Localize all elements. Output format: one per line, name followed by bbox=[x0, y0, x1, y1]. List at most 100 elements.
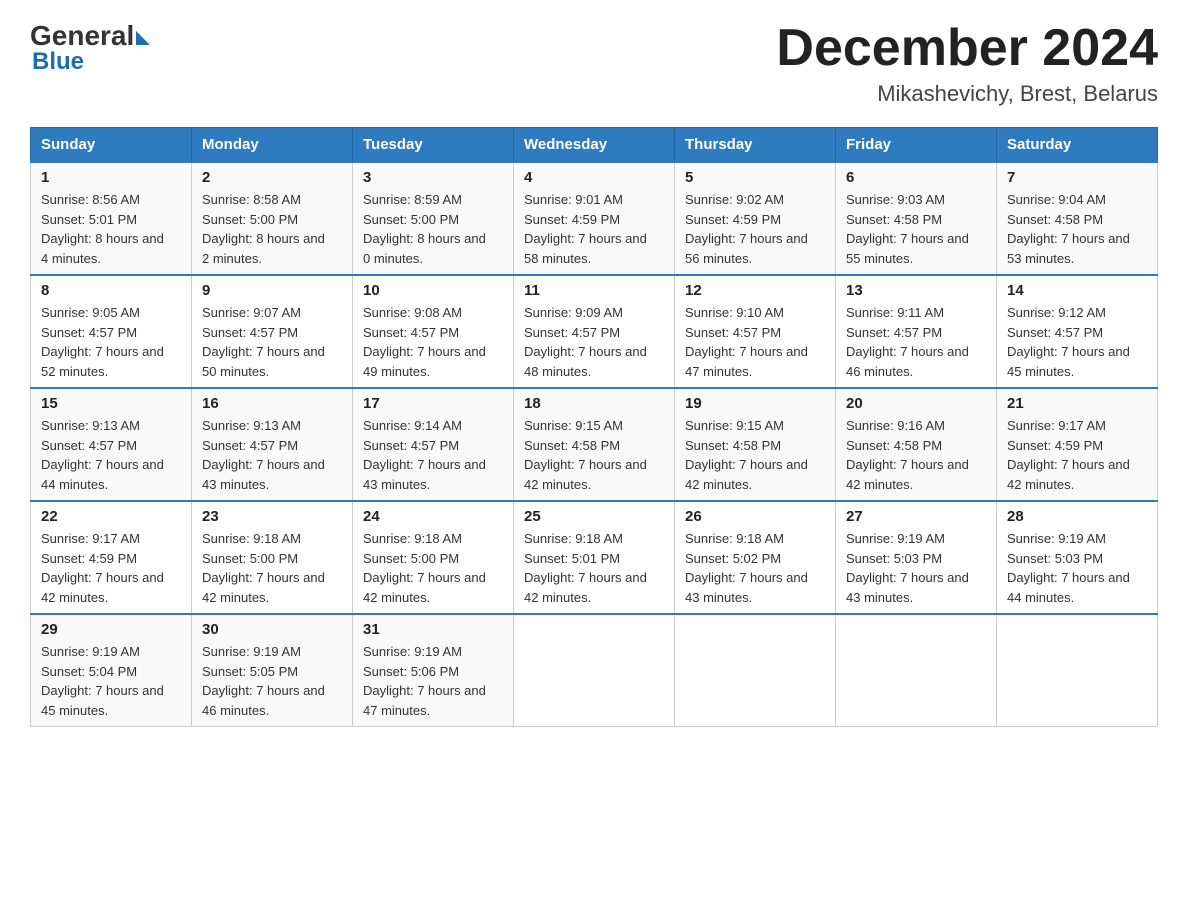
sunrise-info: Sunrise: 9:19 AM bbox=[41, 642, 181, 662]
daylight-info-2: 47 minutes. bbox=[685, 362, 825, 382]
calendar-cell: 3 Sunrise: 8:59 AMSunset: 5:00 PMDaylight… bbox=[353, 162, 514, 275]
sunrise-info: Sunrise: 8:58 AM bbox=[202, 190, 342, 210]
day-number: 3 bbox=[363, 169, 503, 186]
sunrise-info: Sunrise: 9:19 AM bbox=[846, 529, 986, 549]
daylight-info-1: Daylight: 7 hours and bbox=[1007, 342, 1147, 362]
daylight-info-1: Daylight: 7 hours and bbox=[846, 342, 986, 362]
day-number: 19 bbox=[685, 395, 825, 412]
daylight-info-1: Daylight: 7 hours and bbox=[363, 568, 503, 588]
daylight-info-1: Daylight: 8 hours and bbox=[202, 229, 342, 249]
day-info: Sunrise: 9:07 AMSunset: 4:57 PMDaylight:… bbox=[202, 303, 342, 381]
daylight-info-1: Daylight: 7 hours and bbox=[41, 681, 181, 701]
sunrise-info: Sunrise: 9:07 AM bbox=[202, 303, 342, 323]
sunrise-info: Sunrise: 9:05 AM bbox=[41, 303, 181, 323]
daylight-info-1: Daylight: 7 hours and bbox=[363, 342, 503, 362]
sunset-info: Sunset: 4:57 PM bbox=[202, 436, 342, 456]
day-number: 16 bbox=[202, 395, 342, 412]
sunset-info: Sunset: 4:58 PM bbox=[524, 436, 664, 456]
sunrise-info: Sunrise: 9:14 AM bbox=[363, 416, 503, 436]
calendar-cell: 26Sunrise: 9:18 AMSunset: 5:02 PMDayligh… bbox=[675, 501, 836, 614]
sunset-info: Sunset: 5:05 PM bbox=[202, 662, 342, 682]
daylight-info-2: 42 minutes. bbox=[685, 475, 825, 495]
sunset-info: Sunset: 5:01 PM bbox=[41, 210, 181, 230]
day-info: Sunrise: 9:15 AMSunset: 4:58 PMDaylight:… bbox=[524, 416, 664, 494]
calendar-header: Sunday Monday Tuesday Wednesday Thursday… bbox=[31, 128, 1158, 163]
calendar-cell: 21 Sunrise: 9:17 AMSunset: 4:59 PMDayligh… bbox=[997, 388, 1158, 501]
col-tuesday: Tuesday bbox=[353, 128, 514, 163]
sunrise-info: Sunrise: 9:02 AM bbox=[685, 190, 825, 210]
calendar-cell: 18 Sunrise: 9:15 AMSunset: 4:58 PMDayligh… bbox=[514, 388, 675, 501]
day-info: Sunrise: 9:13 AMSunset: 4:57 PMDaylight:… bbox=[41, 416, 181, 494]
calendar-cell: 27 Sunrise: 9:19 AMSunset: 5:03 PMDayligh… bbox=[836, 501, 997, 614]
day-number: 29 bbox=[41, 621, 181, 638]
calendar-cell: 28Sunrise: 9:19 AMSunset: 5:03 PMDayligh… bbox=[997, 501, 1158, 614]
day-number: 27 bbox=[846, 508, 986, 525]
sunrise-info: Sunrise: 8:59 AM bbox=[363, 190, 503, 210]
daylight-info-1: Daylight: 7 hours and bbox=[1007, 455, 1147, 475]
logo: General Blue bbox=[30, 20, 150, 76]
daylight-info-2: 53 minutes. bbox=[1007, 249, 1147, 269]
day-number: 15 bbox=[41, 395, 181, 412]
calendar-cell: 24Sunrise: 9:18 AMSunset: 5:00 PMDayligh… bbox=[353, 501, 514, 614]
sunrise-info: Sunrise: 9:17 AM bbox=[41, 529, 181, 549]
daylight-info-1: Daylight: 7 hours and bbox=[1007, 568, 1147, 588]
sunrise-info: Sunrise: 9:08 AM bbox=[363, 303, 503, 323]
daylight-info-2: 45 minutes. bbox=[1007, 362, 1147, 382]
day-info: Sunrise: 8:58 AMSunset: 5:00 PMDaylight:… bbox=[202, 190, 342, 268]
sunrise-info: Sunrise: 9:18 AM bbox=[202, 529, 342, 549]
calendar-cell: 4Sunrise: 9:01 AMSunset: 4:59 PMDaylight… bbox=[514, 162, 675, 275]
daylight-info-1: Daylight: 7 hours and bbox=[41, 342, 181, 362]
calendar-cell bbox=[514, 614, 675, 727]
calendar-week-4: 22Sunrise: 9:17 AMSunset: 4:59 PMDayligh… bbox=[31, 501, 1158, 614]
day-info: Sunrise: 8:56 AMSunset: 5:01 PMDaylight:… bbox=[41, 190, 181, 268]
calendar-cell: 19 Sunrise: 9:15 AMSunset: 4:58 PMDayligh… bbox=[675, 388, 836, 501]
day-info: Sunrise: 9:02 AMSunset: 4:59 PMDaylight:… bbox=[685, 190, 825, 268]
day-number: 11 bbox=[524, 282, 664, 299]
day-info: Sunrise: 9:15 AMSunset: 4:58 PMDaylight:… bbox=[685, 416, 825, 494]
sunrise-info: Sunrise: 9:18 AM bbox=[524, 529, 664, 549]
day-info: Sunrise: 9:18 AMSunset: 5:01 PMDaylight:… bbox=[524, 529, 664, 607]
calendar-cell: 17Sunrise: 9:14 AMSunset: 4:57 PMDayligh… bbox=[353, 388, 514, 501]
header-row: Sunday Monday Tuesday Wednesday Thursday… bbox=[31, 128, 1158, 163]
calendar-cell: 14Sunrise: 9:12 AMSunset: 4:57 PMDayligh… bbox=[997, 275, 1158, 388]
day-info: Sunrise: 8:59 AMSunset: 5:00 PMDaylight:… bbox=[363, 190, 503, 268]
sunrise-info: Sunrise: 9:15 AM bbox=[524, 416, 664, 436]
daylight-info-2: 2 minutes. bbox=[202, 249, 342, 269]
daylight-info-1: Daylight: 7 hours and bbox=[846, 568, 986, 588]
day-number: 21 bbox=[1007, 395, 1147, 412]
sunset-info: Sunset: 5:01 PM bbox=[524, 549, 664, 569]
sunset-info: Sunset: 5:00 PM bbox=[363, 210, 503, 230]
day-number: 25 bbox=[524, 508, 664, 525]
sunset-info: Sunset: 5:02 PM bbox=[685, 549, 825, 569]
calendar-body: 1 Sunrise: 8:56 AMSunset: 5:01 PMDaylight… bbox=[31, 162, 1158, 727]
calendar-cell: 20Sunrise: 9:16 AMSunset: 4:58 PMDayligh… bbox=[836, 388, 997, 501]
calendar-cell bbox=[836, 614, 997, 727]
calendar-cell: 2 Sunrise: 8:58 AMSunset: 5:00 PMDaylight… bbox=[192, 162, 353, 275]
day-number: 30 bbox=[202, 621, 342, 638]
day-number: 8 bbox=[41, 282, 181, 299]
day-info: Sunrise: 9:17 AMSunset: 4:59 PMDaylight:… bbox=[1007, 416, 1147, 494]
sunset-info: Sunset: 4:57 PM bbox=[524, 323, 664, 343]
sunset-info: Sunset: 5:00 PM bbox=[363, 549, 503, 569]
day-number: 1 bbox=[41, 169, 181, 186]
calendar-cell: 9Sunrise: 9:07 AMSunset: 4:57 PMDaylight… bbox=[192, 275, 353, 388]
sunrise-info: Sunrise: 9:19 AM bbox=[363, 642, 503, 662]
day-info: Sunrise: 9:11 AMSunset: 4:57 PMDaylight:… bbox=[846, 303, 986, 381]
day-number: 18 bbox=[524, 395, 664, 412]
calendar-week-2: 8 Sunrise: 9:05 AM Sunset: 4:57 PM Daylight… bbox=[31, 275, 1158, 388]
day-info: Sunrise: 9:19 AMSunset: 5:04 PMDaylight:… bbox=[41, 642, 181, 720]
daylight-info-2: 42 minutes. bbox=[524, 475, 664, 495]
day-number: 10 bbox=[363, 282, 503, 299]
sunset-info: Sunset: 5:03 PM bbox=[846, 549, 986, 569]
page-header: General Blue December 2024 Mikashevichy,… bbox=[30, 20, 1158, 107]
calendar-week-1: 1 Sunrise: 8:56 AMSunset: 5:01 PMDaylight… bbox=[31, 162, 1158, 275]
daylight-info-2: 42 minutes. bbox=[1007, 475, 1147, 495]
day-number: 2 bbox=[202, 169, 342, 186]
daylight-info-1: Daylight: 7 hours and bbox=[846, 229, 986, 249]
daylight-info-1: Daylight: 7 hours and bbox=[202, 455, 342, 475]
daylight-info-1: Daylight: 7 hours and bbox=[685, 229, 825, 249]
sunrise-info: Sunrise: 9:12 AM bbox=[1007, 303, 1147, 323]
daylight-info-2: 42 minutes. bbox=[202, 588, 342, 608]
logo-arrow-icon bbox=[136, 31, 150, 45]
sunrise-info: Sunrise: 9:04 AM bbox=[1007, 190, 1147, 210]
